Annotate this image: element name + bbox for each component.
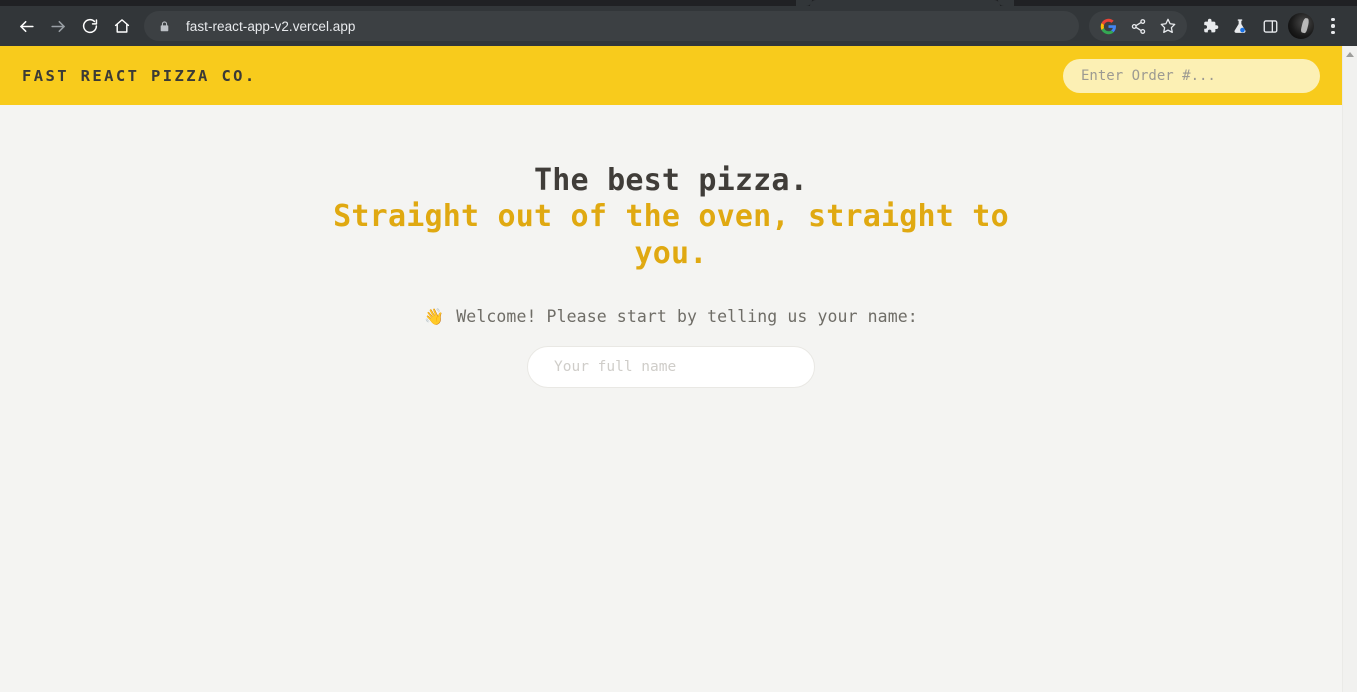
browser-toolbar: fast-react-app-v2.vercel.app: [0, 6, 1357, 46]
order-search-input[interactable]: [1063, 58, 1320, 93]
side-panel-icon[interactable]: [1255, 11, 1285, 41]
browser-chrome: fast-react-app-v2.vercel.app: [0, 0, 1357, 46]
google-lens-icon[interactable]: [1093, 11, 1123, 41]
url-text: fast-react-app-v2.vercel.app: [186, 18, 356, 34]
scroll-up-arrow-icon[interactable]: [1346, 52, 1354, 57]
welcome-message: 👋 Welcome! Please start by telling us yo…: [424, 307, 918, 326]
heading-line-1: The best pizza.: [534, 163, 808, 198]
home-icon[interactable]: [106, 10, 138, 42]
toolbar-right-actions: [1089, 11, 1347, 41]
page-scrollbar[interactable]: [1342, 46, 1357, 692]
pizza-app: FAST REACT PIZZA CO. The best pizza. Str…: [0, 46, 1342, 692]
heading-line-2: Straight out of the oven, straight to yo…: [333, 199, 1009, 271]
share-icon[interactable]: [1123, 11, 1153, 41]
back-arrow-icon[interactable]: [10, 10, 42, 42]
forward-arrow-icon[interactable]: [42, 10, 74, 42]
site-header: FAST REACT PIZZA CO.: [0, 46, 1342, 105]
page-title: The best pizza. Straight out of the oven…: [326, 163, 1016, 272]
home-main: The best pizza. Straight out of the oven…: [0, 105, 1342, 692]
lock-icon[interactable]: [158, 20, 174, 33]
reload-icon[interactable]: [74, 10, 106, 42]
page-viewport: FAST REACT PIZZA CO. The best pizza. Str…: [0, 46, 1357, 692]
lab-flask-icon[interactable]: [1225, 11, 1255, 41]
omnibox-action-group: [1089, 11, 1187, 41]
address-bar[interactable]: fast-react-app-v2.vercel.app: [144, 11, 1079, 41]
welcome-text: Welcome! Please start by telling us your…: [456, 306, 918, 326]
three-dot-menu-icon[interactable]: [1319, 11, 1347, 41]
waving-hand-icon: 👋: [424, 306, 445, 326]
profile-avatar[interactable]: [1288, 13, 1314, 39]
brand-title: FAST REACT PIZZA CO.: [22, 66, 257, 85]
full-name-input[interactable]: [527, 345, 815, 388]
extensions-puzzle-icon[interactable]: [1195, 11, 1225, 41]
bookmark-star-icon[interactable]: [1153, 11, 1183, 41]
